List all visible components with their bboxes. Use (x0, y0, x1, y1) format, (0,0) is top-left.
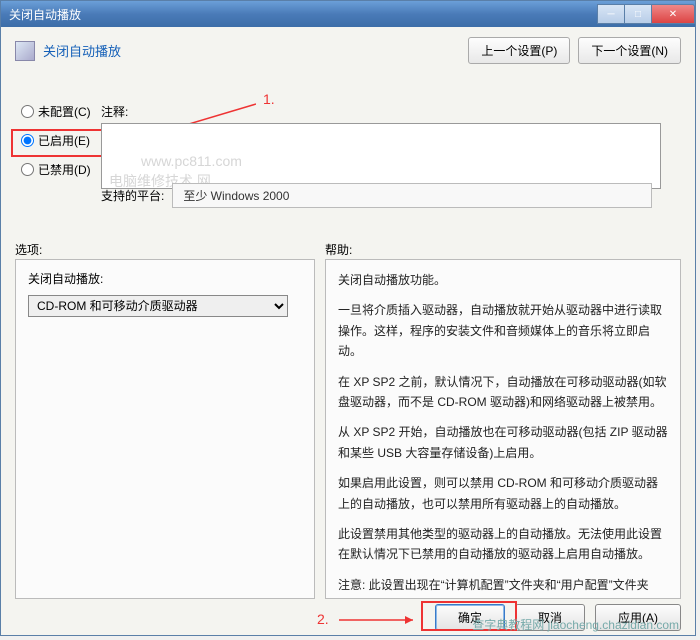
help-text: 如果启用此设置，则可以禁用 CD-ROM 和可移动介质驱动器上的自动播放，也可以… (338, 473, 668, 514)
radio-disabled[interactable]: 已禁用(D) (21, 161, 91, 178)
help-text: 一旦将介质插入驱动器，自动播放就开始从驱动器中进行读取操作。这样，程序的安装文件… (338, 300, 668, 361)
help-panel[interactable]: 关闭自动播放功能。 一旦将介质插入驱动器，自动播放就开始从驱动器中进行读取操作。… (325, 259, 681, 599)
prev-setting-button[interactable]: 上一个设置(P) (468, 37, 570, 64)
comment-section: 注释: (101, 103, 677, 192)
annotation-label-2: 2. (317, 611, 329, 627)
radio-enabled[interactable]: 已启用(E) (21, 132, 91, 149)
help-label: 帮助: (325, 241, 352, 258)
comment-label: 注释: (101, 103, 677, 120)
platform-label: 支持的平台: (101, 187, 164, 204)
header-row: 关闭自动播放 上一个设置(P) 下一个设置(N) (15, 37, 681, 64)
next-setting-button[interactable]: 下一个设置(N) (578, 37, 681, 64)
help-text: 关闭自动播放功能。 (338, 270, 668, 290)
window-title: 关闭自动播放 (9, 6, 81, 23)
policy-icon (15, 41, 35, 61)
minimize-button[interactable]: ─ (597, 4, 625, 24)
autoplay-target-dropdown[interactable]: CD-ROM 和可移动介质驱动器 (28, 295, 288, 317)
panels: 关闭自动播放: CD-ROM 和可移动介质驱动器 关闭自动播放功能。 一旦将介质… (15, 259, 681, 599)
nav-buttons: 上一个设置(P) 下一个设置(N) (468, 37, 681, 64)
close-button[interactable]: ✕ (651, 4, 695, 24)
state-radio-group: 未配置(C) 已启用(E) 已禁用(D) (21, 103, 91, 178)
help-text: 在 XP SP2 之前，默认情况下，自动播放在可移动驱动器(如软盘驱动器，而不是… (338, 372, 668, 413)
titlebar: 关闭自动播放 ─ □ ✕ (1, 1, 695, 27)
copyright-watermark: 查字典教程网 jiaocheng.chazidian.com (472, 616, 679, 633)
dialog-content: 关闭自动播放 上一个设置(P) 下一个设置(N) 未配置(C) 已启用(E) 已… (1, 27, 695, 635)
radio-enabled-input[interactable] (21, 134, 34, 147)
dialog-window: 关闭自动播放 ─ □ ✕ 关闭自动播放 上一个设置(P) 下一个设置(N) 未配… (0, 0, 696, 636)
radio-enabled-label: 已启用(E) (38, 132, 90, 149)
radio-not-configured[interactable]: 未配置(C) (21, 103, 91, 120)
radio-disabled-input[interactable] (21, 163, 34, 176)
platform-row: 支持的平台: 至少 Windows 2000 (101, 183, 652, 208)
platform-value: 至少 Windows 2000 (172, 183, 652, 208)
radio-not-configured-label: 未配置(C) (38, 103, 91, 120)
autoplay-off-label: 关闭自动播放: (28, 270, 302, 287)
window-controls: ─ □ ✕ (598, 4, 695, 24)
options-panel: 关闭自动播放: CD-ROM 和可移动介质驱动器 (15, 259, 315, 599)
help-text: 此设置禁用其他类型的驱动器上的自动播放。无法使用此设置在默认情况下已禁用的自动播… (338, 524, 668, 565)
radio-disabled-label: 已禁用(D) (38, 161, 91, 178)
policy-title: 关闭自动播放 (43, 41, 121, 60)
help-text: 注意: 此设置出现在“计算机配置”文件夹和“用户配置”文件夹中。如果两个设置发生… (338, 575, 668, 599)
help-text: 从 XP SP2 开始，自动播放也在可移动驱动器(包括 ZIP 驱动器和某些 U… (338, 422, 668, 463)
mid-section-labels: 选项: 帮助: (15, 241, 681, 258)
radio-not-configured-input[interactable] (21, 105, 34, 118)
header-left: 关闭自动播放 (15, 41, 121, 61)
comment-textarea[interactable] (101, 123, 661, 189)
maximize-button[interactable]: □ (624, 4, 652, 24)
options-label: 选项: (15, 241, 325, 258)
